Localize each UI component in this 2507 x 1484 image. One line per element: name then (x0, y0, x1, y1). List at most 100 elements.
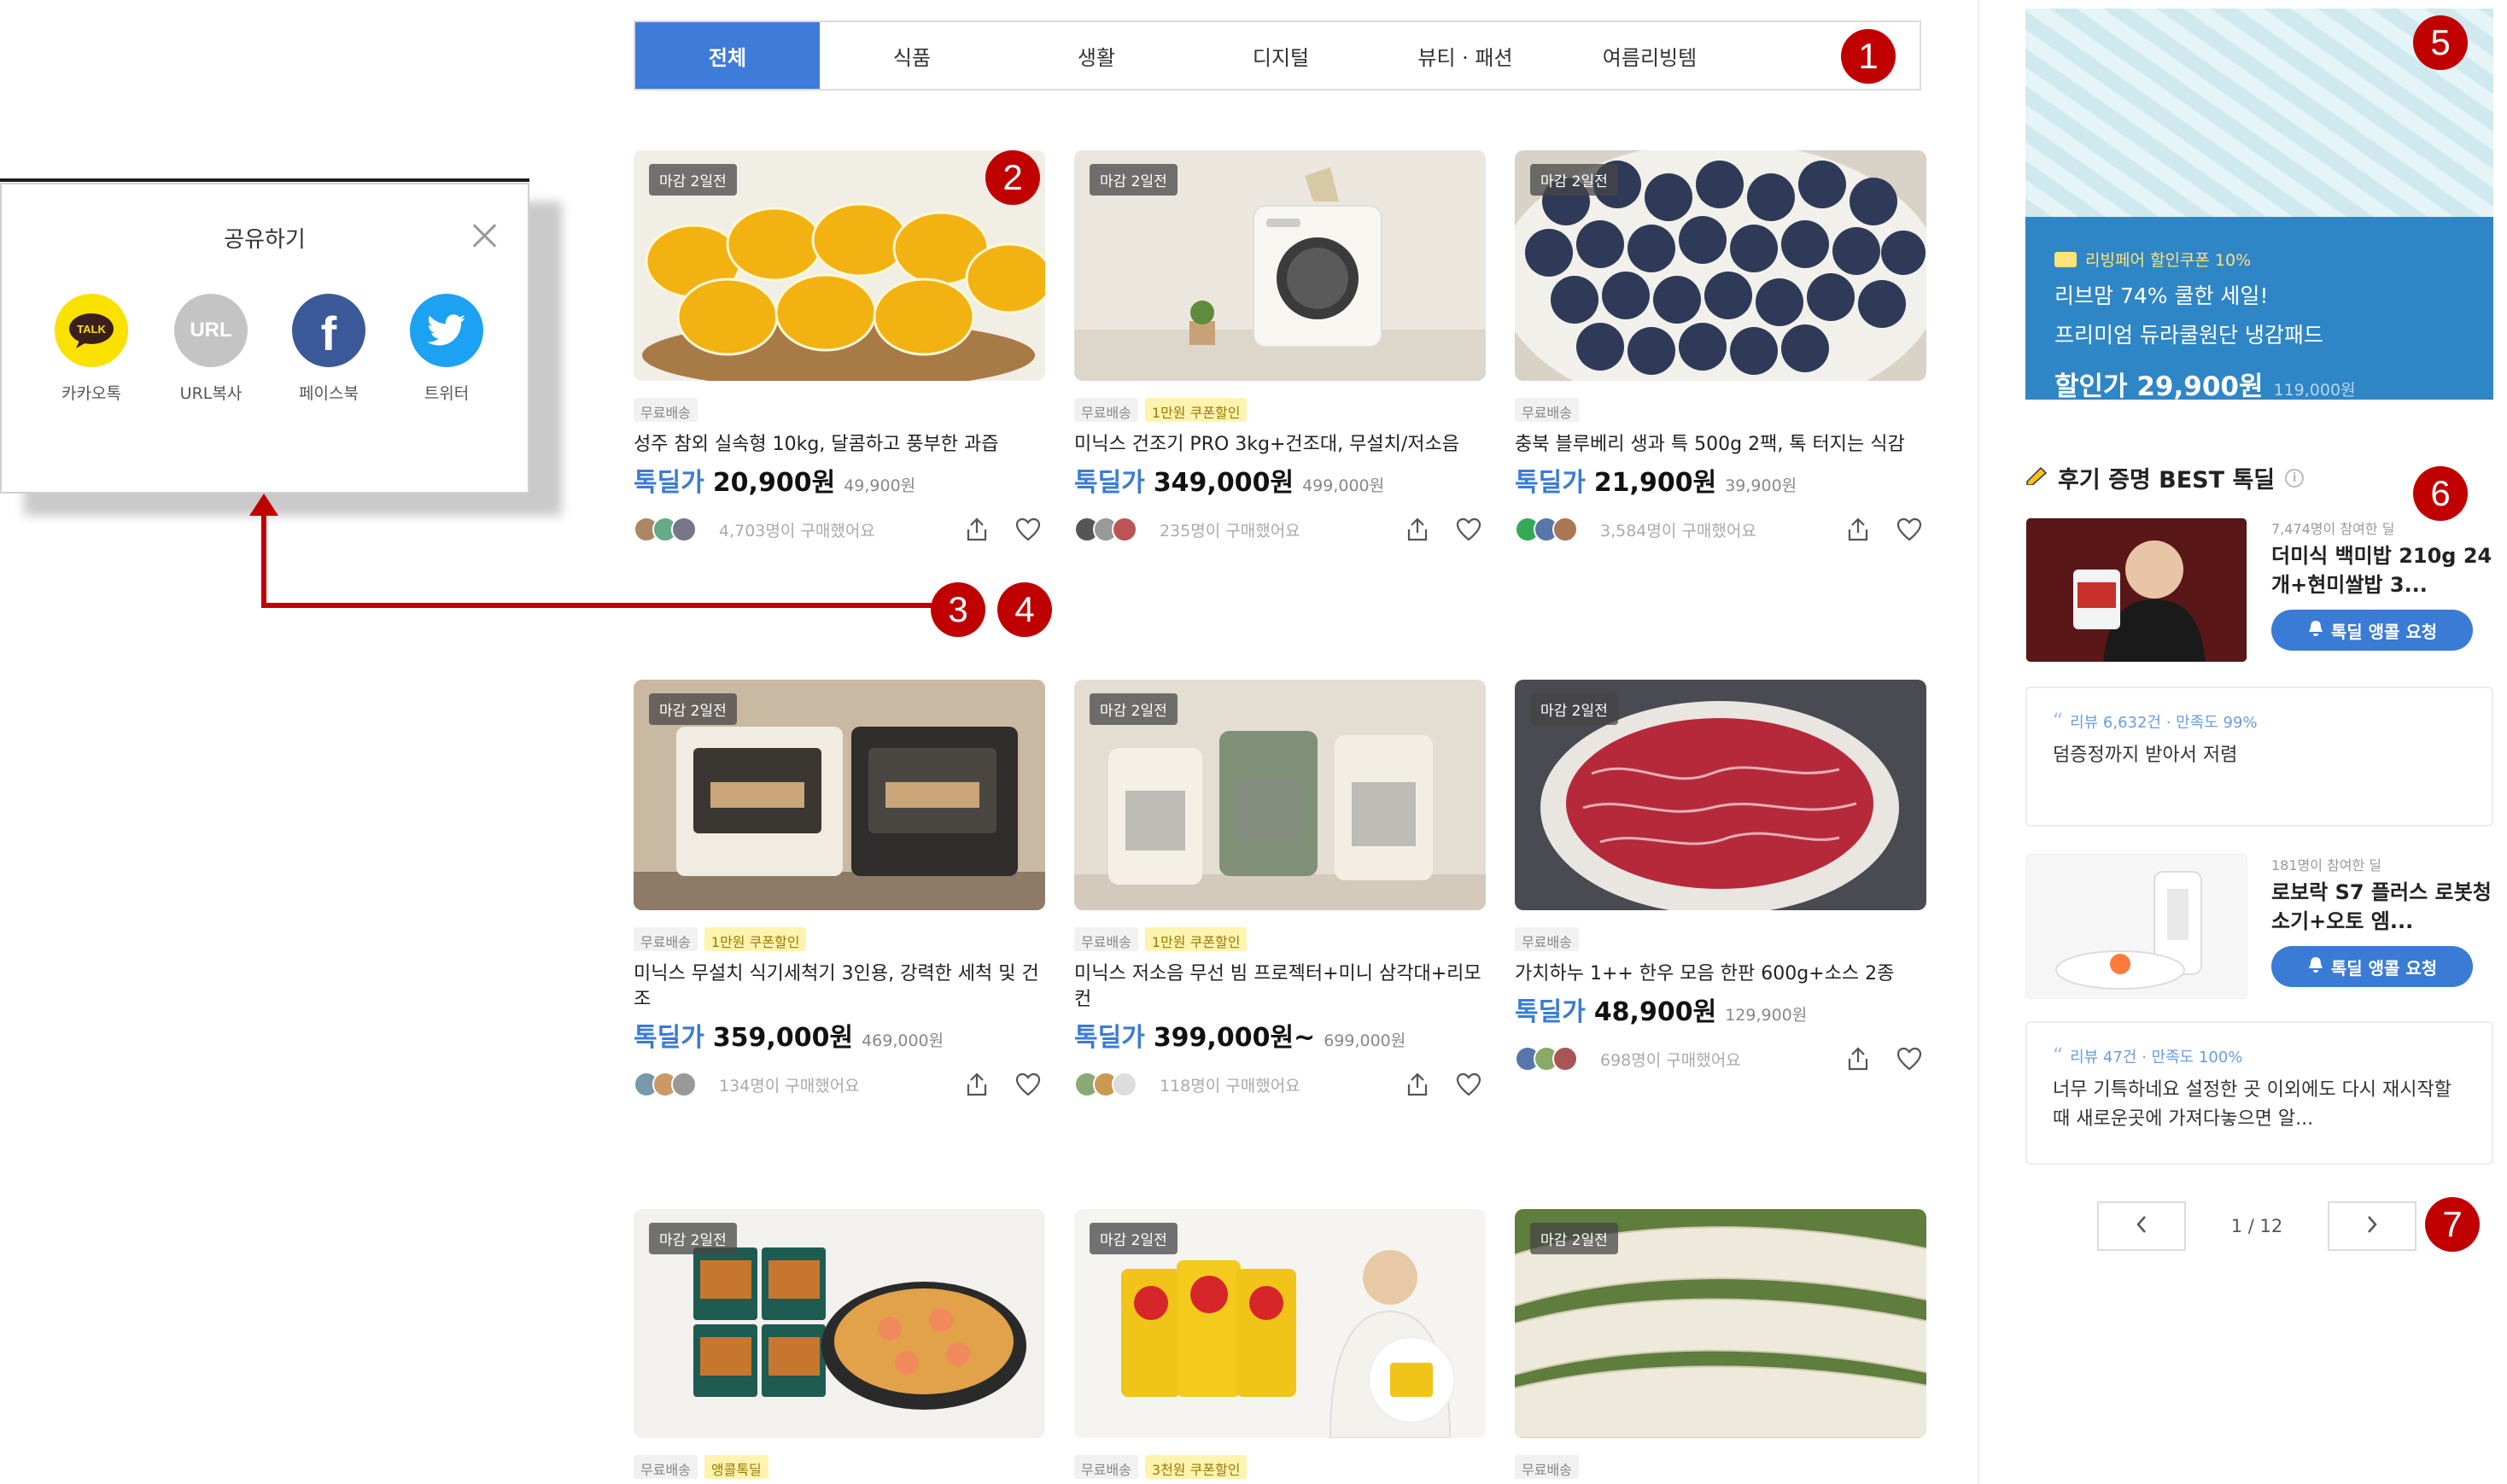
tag-free-shipping: 무료배송 (1074, 927, 1138, 951)
best-deal-image[interactable] (2025, 517, 2247, 663)
share-popup: 공유하기 TALK 카카오톡 URL URL복사 f 페이스북 트위터 (0, 183, 529, 494)
product-image[interactable]: 마감 2일전 (1074, 1209, 1486, 1438)
best-deal-name[interactable]: 더미식 백미밥 210g 24개+현미쌀밥 3... (2271, 541, 2493, 599)
product-image[interactable]: 마감 2일전 (1515, 680, 1926, 910)
prev-page-button[interactable] (2097, 1201, 2186, 1251)
pencil-icon (2025, 464, 2048, 491)
tag-list: 무료배송 앵콜톡딜 (634, 1455, 1045, 1479)
share-icon[interactable] (1400, 1069, 1435, 1100)
product-image[interactable]: 마감 2일전 (1074, 150, 1486, 381)
share-icon[interactable] (1400, 514, 1435, 545)
product-card[interactable]: 마감 2일전 무료배송 1만원 쿠폰할인 미닉스 무설치 식기세척기 3인용, 강… (634, 680, 1045, 1100)
price-line: 톡딜가 48,900원 129,900원 (1515, 990, 1926, 1028)
product-image[interactable]: 마감 2일전 (634, 680, 1045, 910)
product-name[interactable]: 충북 블루베리 생과 특 500g 2팩, 톡 터지는 식감 (1515, 432, 1926, 458)
product-card[interactable]: 마감 2일전 무료배송 3천원 쿠폰할인 (1074, 1209, 1486, 1479)
product-image[interactable]: 마감 2일전 (1515, 150, 1926, 381)
category-tabs: 전체 식품 생활 디지털 뷰티 · 패션 여름리빙템 (634, 20, 1921, 91)
price-line: 톡딜가 21,900원 39,900원 (1515, 461, 1926, 499)
price-label: 톡딜가 (1515, 468, 1586, 498)
product-image[interactable]: 마감 2일전 (634, 150, 1045, 381)
product-card[interactable]: 마감 2일전 무료배송 충북 블루베리 생과 특 500g 2팩, 톡 터지는 … (1515, 150, 1926, 545)
encore-request-label: 톡딜 앵콜 요청 (2330, 621, 2438, 642)
product-name[interactable]: 미닉스 무설치 식기세척기 3인용, 강력한 세척 및 건조 (634, 961, 1045, 1013)
price-line: 톡딜가 399,000원~ 699,000원 (1074, 1016, 1486, 1054)
product-meta: 698명이 구매했어요 (1515, 1043, 1926, 1074)
original-price: 129,900원 (1725, 1006, 1808, 1025)
encore-request-button[interactable]: 톡딜 앵콜 요청 (2271, 946, 2473, 987)
close-icon[interactable] (470, 220, 500, 251)
ad-banner[interactable]: 리빙페어 할인쿠폰 10% 리브맘 74% 쿨한 세일! 프리미엄 듀라쿨원단 … (2025, 9, 2493, 400)
buyer-avatars (1515, 517, 1587, 542)
svg-text:TALK: TALK (77, 323, 106, 336)
price-label: 톡딜가 (1074, 1023, 1145, 1053)
best-deal-image[interactable] (2025, 854, 2247, 999)
ad-coupon: 리빙페어 할인쿠폰 10% (2054, 248, 2464, 271)
best-deal-info: 7,474명이 참여한 딜 더미식 백미밥 210g 24개+현미쌀밥 3...… (2271, 517, 2493, 651)
heart-icon[interactable] (1892, 514, 1926, 545)
buyer-count: 118명이 구매했어요 (1160, 1076, 1300, 1095)
heart-icon[interactable] (1452, 1069, 1486, 1100)
tab-food[interactable]: 식품 (820, 22, 1004, 89)
tab-summer-living[interactable]: 여름리빙템 (1557, 22, 1742, 89)
tag-list: 무료배송 (1515, 398, 1926, 422)
encore-request-button[interactable]: 톡딜 앵콜 요청 (2271, 610, 2473, 651)
next-page-button[interactable] (2328, 1201, 2416, 1251)
share-kakaotalk-button[interactable]: TALK 카카오톡 (44, 294, 138, 404)
share-facebook-button[interactable]: f 페이스북 (282, 294, 376, 404)
original-price: 699,000원 (1324, 1031, 1406, 1050)
heart-icon[interactable] (1011, 1069, 1045, 1100)
avatar (1112, 517, 1137, 542)
product-image[interactable]: 마감 2일전 (1074, 680, 1486, 910)
product-image[interactable]: 마감 2일전 (634, 1209, 1045, 1438)
original-price: 49,900원 (844, 476, 916, 495)
page-indicator: 1 / 12 (2230, 1216, 2283, 1236)
info-icon[interactable]: i (2285, 468, 2305, 488)
product-name[interactable]: 미닉스 건조기 PRO 3kg+건조대, 무설치/저소음 (1074, 432, 1486, 458)
best-deal-item[interactable]: 7,474명이 참여한 딜 더미식 백미밥 210g 24개+현미쌀밥 3...… (2025, 517, 2493, 668)
product-card[interactable]: 마감 2일전 무료배송 (1515, 1209, 1926, 1479)
product-card[interactable]: 마감 2일전 무료배송 앵콜톡딜 (634, 1209, 1045, 1479)
product-card[interactable]: 마감 2일전 무료배송 1만원 쿠폰할인 미닉스 건조기 PRO 3kg+건조대,… (1074, 150, 1486, 545)
product-name[interactable]: 성주 참외 실속형 10kg, 달콤하고 풍부한 과즙 (634, 432, 1045, 458)
sale-price: 359,000원 (712, 1023, 854, 1053)
review-card: “ 리뷰 6,632건 · 만족도 99% 덤증정까지 받아서 저렴 (2025, 686, 2493, 827)
product-meta: 118명이 구매했어요 (1074, 1069, 1486, 1100)
share-icon[interactable] (1841, 1043, 1875, 1074)
tab-living[interactable]: 생활 (1004, 22, 1189, 89)
heart-icon[interactable] (1892, 1043, 1926, 1074)
product-name[interactable]: 미닉스 저소음 무선 빔 프로젝터+미니 삼각대+리모컨 (1074, 961, 1486, 1013)
tab-beauty-fashion[interactable]: 뷰티 · 패션 (1373, 22, 1557, 89)
best-section-title: 후기 증명 BEST 톡딜 i (2025, 461, 2305, 494)
avatar (671, 1072, 697, 1097)
bell-icon (2307, 619, 2324, 642)
best-deal-item[interactable]: 181명이 참여한 딜 로보락 S7 플러스 로봇청소기+오토 엠... 톡딜 … (2025, 854, 2493, 1004)
tab-digital[interactable]: 디지털 (1189, 22, 1373, 89)
product-name[interactable]: 가치하누 1++ 한우 모음 한판 600g+소스 2종 (1515, 961, 1926, 987)
product-meta: 3,584명이 구매했어요 (1515, 514, 1926, 545)
share-twitter-button[interactable]: 트위터 (400, 294, 494, 404)
tag-encore: 앵콜톡딜 (704, 1455, 768, 1479)
column-divider (1978, 0, 1979, 1484)
share-icon[interactable] (960, 514, 994, 545)
tag-free-shipping: 무료배송 (1515, 1455, 1579, 1479)
original-price: 499,000원 (1302, 476, 1385, 495)
share-url-copy-button[interactable]: URL URL복사 (164, 294, 258, 404)
product-card[interactable]: 마감 2일전 무료배송 1만원 쿠폰할인 미닉스 저소음 무선 빔 프로젝터+미니… (1074, 680, 1486, 1100)
callout-arrow-line (261, 603, 936, 608)
heart-icon[interactable] (1452, 514, 1486, 545)
participant-count: 181명이 참여한 딜 (2271, 857, 2382, 873)
product-image[interactable]: 마감 2일전 (1515, 1209, 1926, 1438)
deadline-badge: 마감 2일전 (1090, 693, 1178, 725)
share-icon[interactable] (960, 1069, 994, 1100)
price-label: 톡딜가 (1515, 997, 1586, 1027)
tab-all[interactable]: 전체 (635, 22, 820, 89)
tag-list: 무료배송 (634, 398, 1045, 422)
best-deal-name[interactable]: 로보락 S7 플러스 로봇청소기+오토 엠... (2271, 878, 2493, 936)
review-summary-text: 리뷰 6,632건 · 만족도 99% (2070, 714, 2258, 732)
product-card[interactable]: 마감 2일전 무료배송 가치하누 1++ 한우 모음 한판 600g+소스 2종… (1515, 680, 1926, 1074)
product-card[interactable]: 마감 2일전 무료배송 성주 참외 실속형 10kg, 달콤하고 풍부한 과즙 … (634, 150, 1045, 545)
heart-icon[interactable] (1011, 514, 1045, 545)
share-icon[interactable] (1841, 514, 1875, 545)
tag-free-shipping: 무료배송 (1515, 398, 1579, 422)
